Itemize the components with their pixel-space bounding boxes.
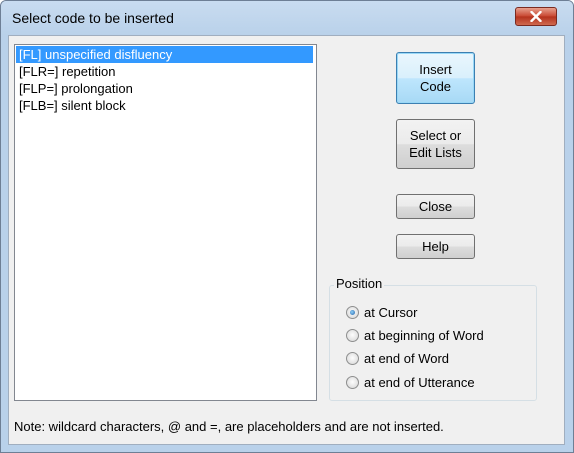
radio-label: at beginning of Word (364, 328, 484, 343)
close-button[interactable]: Close (396, 194, 475, 219)
close-button-label: Close (418, 199, 453, 214)
code-list[interactable]: [FL] unspecified disfluency [FLR=] repet… (14, 44, 317, 401)
radio-button-icon[interactable] (346, 376, 359, 389)
list-item[interactable]: [FL] unspecified disfluency (16, 46, 313, 63)
window-close-button[interactable] (515, 7, 557, 26)
radio-beginning-of-word[interactable]: at beginning of Word (346, 327, 484, 344)
help-button-label: Help (422, 239, 449, 254)
dialog-window: Select code to be inserted [FL] unspecif… (0, 0, 574, 453)
radio-button-icon[interactable] (346, 329, 359, 342)
list-item[interactable]: [FLB=] silent block (16, 97, 313, 114)
select-edit-label-line1: Select or (409, 128, 462, 143)
window-title: Select code to be inserted (12, 10, 174, 26)
list-item[interactable]: [FLP=] prolongation (16, 80, 313, 97)
list-item[interactable]: [FLR=] repetition (16, 63, 313, 80)
radio-label: at Cursor (364, 305, 418, 320)
radio-button-icon[interactable] (346, 306, 359, 319)
radio-button-icon[interactable] (346, 352, 359, 365)
radio-end-of-word[interactable]: at end of Word (346, 350, 449, 367)
dialog-body: [FL] unspecified disfluency [FLR=] repet… (8, 35, 565, 445)
radio-at-cursor[interactable]: at Cursor (346, 304, 417, 321)
note-text: Note: wildcard characters, @ and =, are … (14, 419, 444, 434)
help-button[interactable]: Help (396, 234, 475, 259)
radio-label: at end of Utterance (364, 375, 475, 390)
title-bar[interactable]: Select code to be inserted (1, 1, 573, 35)
radio-label: at end of Word (364, 351, 450, 366)
position-group-label: Position (334, 276, 385, 291)
select-edit-lists-button[interactable]: Select or Edit Lists (396, 119, 475, 169)
insert-code-button[interactable]: Insert Code (396, 52, 475, 104)
radio-end-of-utterance[interactable]: at end of Utterance (346, 374, 475, 391)
insert-code-label-line2: Code (419, 79, 452, 94)
close-icon (530, 11, 542, 22)
insert-code-label-line1: Insert (419, 62, 452, 77)
select-edit-label-line2: Edit Lists (409, 145, 462, 160)
